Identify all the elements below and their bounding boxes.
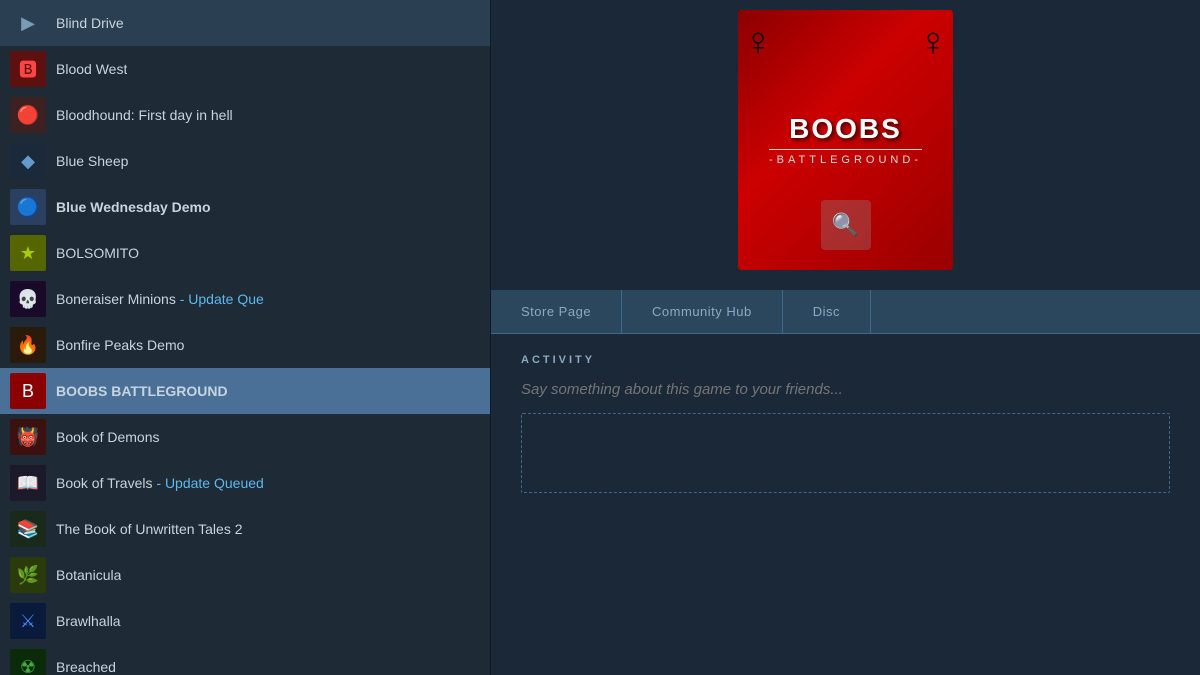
game-item-boobs-battleground[interactable]: B BOOBS BATTLEGROUND bbox=[0, 368, 490, 414]
update-badge-boneraiser: - Update Que bbox=[176, 291, 264, 307]
game-name-blue-wednesday: Blue Wednesday Demo bbox=[56, 199, 211, 215]
game-name-bloodhound: Bloodhound: First day in hell bbox=[56, 107, 233, 123]
game-icon-blue-wednesday: 🔵 bbox=[10, 189, 46, 225]
game-icon-bonfire-peaks: 🔥 bbox=[10, 327, 46, 363]
game-header: ♀ ♀ BOOBS -BATTLEGROUND- 🔍 bbox=[491, 0, 1200, 290]
game-item-bloodhound[interactable]: 🔴 Bloodhound: First day in hell bbox=[0, 92, 490, 138]
game-icon-bolsomito: ★ bbox=[10, 235, 46, 271]
game-item-botanicula[interactable]: 🌿 Botanicula bbox=[0, 552, 490, 598]
activity-label: ACTIVITY bbox=[521, 354, 1170, 366]
game-icon-boobs-battleground: B bbox=[10, 373, 46, 409]
game-cover: ♀ ♀ BOOBS -BATTLEGROUND- 🔍 bbox=[738, 10, 953, 270]
game-name-boneraiser: Boneraiser Minions - Update Que bbox=[56, 291, 264, 307]
game-name-book-of-travels: Book of Travels - Update Queued bbox=[56, 475, 264, 491]
game-name-bolsomito: BOLSOMITO bbox=[56, 245, 139, 261]
game-cover-title: BOOBS bbox=[789, 114, 902, 145]
activity-box bbox=[521, 413, 1170, 493]
game-item-brawlhalla[interactable]: ⚔ Brawlhalla bbox=[0, 598, 490, 644]
search-icon: 🔍 bbox=[821, 200, 871, 250]
game-name-blind-drive: Blind Drive bbox=[56, 15, 124, 31]
game-name-blood-west: Blood West bbox=[56, 61, 127, 77]
game-item-blue-wednesday[interactable]: 🔵 Blue Wednesday Demo bbox=[0, 184, 490, 230]
game-item-breached[interactable]: ☢ Breached bbox=[0, 644, 490, 675]
game-icon-book-of-demons: 👹 bbox=[10, 419, 46, 455]
game-name-brawlhalla: Brawlhalla bbox=[56, 613, 121, 629]
game-item-bolsomito[interactable]: ★ BOLSOMITO bbox=[0, 230, 490, 276]
game-name-breached: Breached bbox=[56, 659, 116, 675]
game-list-panel: ▶ Blind Drive 🅱 Blood West 🔴 Bloodhound: Firs… bbox=[0, 0, 490, 675]
game-item-book-of-unwritten[interactable]: 📚 The Book of Unwritten Tales 2 bbox=[0, 506, 490, 552]
game-item-book-of-travels[interactable]: 📖 Book of Travels - Update Queued bbox=[0, 460, 490, 506]
game-icon-book-of-travels: 📖 bbox=[10, 465, 46, 501]
game-name-bonfire-peaks: Bonfire Peaks Demo bbox=[56, 337, 184, 353]
game-item-blind-drive[interactable]: ▶ Blind Drive bbox=[0, 0, 490, 46]
game-name-link-boneraiser: Boneraiser Minions bbox=[56, 291, 176, 307]
game-item-blue-sheep[interactable]: ◆ Blue Sheep bbox=[0, 138, 490, 184]
silhouette-left-icon: ♀ bbox=[743, 20, 773, 65]
right-panel: ♀ ♀ BOOBS -BATTLEGROUND- 🔍 Store PageCom… bbox=[491, 0, 1200, 675]
activity-section: ACTIVITY bbox=[491, 334, 1200, 675]
game-item-blood-west[interactable]: 🅱 Blood West bbox=[0, 46, 490, 92]
game-name-botanicula: Botanicula bbox=[56, 567, 121, 583]
game-icon-breached: ☢ bbox=[10, 649, 46, 675]
game-icon-blind-drive: ▶ bbox=[10, 5, 46, 41]
game-list: ▶ Blind Drive 🅱 Blood West 🔴 Bloodhound: Firs… bbox=[0, 0, 490, 675]
tab-disc[interactable]: Disc bbox=[783, 290, 871, 333]
nav-tabs: Store PageCommunity HubDisc bbox=[491, 290, 1200, 334]
game-icon-blue-sheep: ◆ bbox=[10, 143, 46, 179]
game-icon-boneraiser: 💀 bbox=[10, 281, 46, 317]
game-name-blue-sheep: Blue Sheep bbox=[56, 153, 128, 169]
game-name-boobs-battleground: BOOBS BATTLEGROUND bbox=[56, 383, 228, 399]
update-badge-book-of-travels: - Update Queued bbox=[153, 475, 264, 491]
game-name-book-of-demons: Book of Demons bbox=[56, 429, 160, 445]
game-cover-subtitle: -BATTLEGROUND- bbox=[769, 149, 922, 166]
game-name-link-book-of-travels: Book of Travels bbox=[56, 475, 153, 491]
game-icon-book-of-unwritten: 📚 bbox=[10, 511, 46, 547]
game-icon-blood-west: 🅱 bbox=[10, 51, 46, 87]
game-item-bonfire-peaks[interactable]: 🔥 Bonfire Peaks Demo bbox=[0, 322, 490, 368]
game-icon-brawlhalla: ⚔ bbox=[10, 603, 46, 639]
game-item-book-of-demons[interactable]: 👹 Book of Demons bbox=[0, 414, 490, 460]
game-icon-bloodhound: 🔴 bbox=[10, 97, 46, 133]
game-icon-botanicula: 🌿 bbox=[10, 557, 46, 593]
silhouette-right-icon: ♀ bbox=[918, 20, 948, 65]
game-item-boneraiser[interactable]: 💀 Boneraiser Minions - Update Que bbox=[0, 276, 490, 322]
tab-community-hub[interactable]: Community Hub bbox=[622, 290, 783, 333]
game-name-book-of-unwritten: The Book of Unwritten Tales 2 bbox=[56, 521, 243, 537]
tab-store-page[interactable]: Store Page bbox=[491, 290, 622, 333]
activity-input[interactable] bbox=[521, 381, 1170, 398]
